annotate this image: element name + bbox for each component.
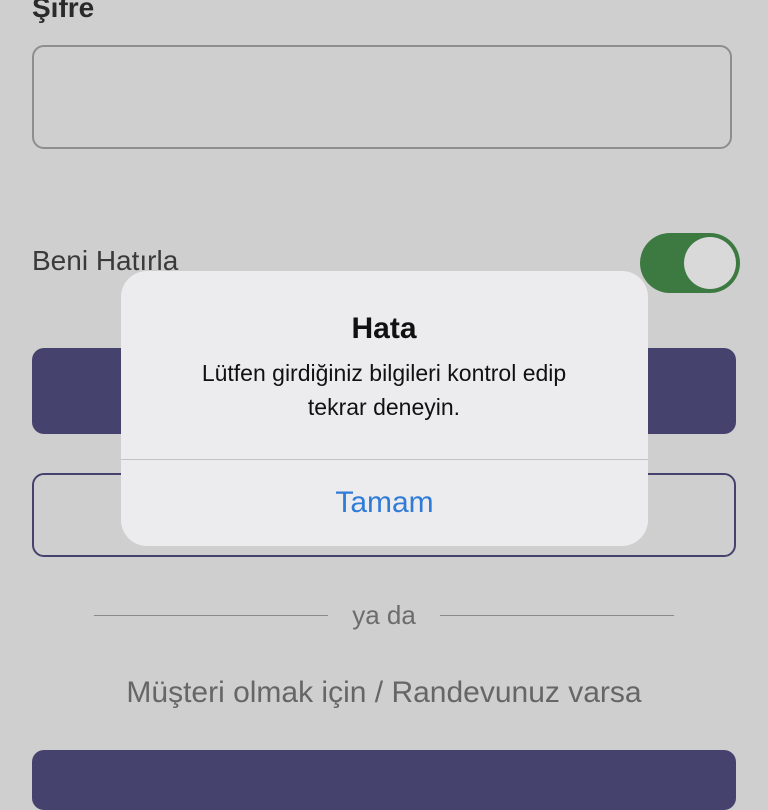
password-label: Şifre bbox=[32, 0, 95, 23]
toggle-knob bbox=[684, 237, 736, 289]
alert-message-line-2: tekrar deneyin. bbox=[307, 394, 461, 420]
divider-line-right bbox=[440, 615, 674, 616]
become-customer-text: Müşteri olmak için / Randevunuz varsa bbox=[126, 676, 642, 709]
password-input[interactable] bbox=[32, 45, 732, 149]
alert-title: Hata bbox=[351, 312, 417, 345]
bottom-button[interactable] bbox=[32, 750, 736, 810]
alert-ok-button[interactable]: Tamam bbox=[121, 460, 648, 546]
remember-me-toggle[interactable] bbox=[640, 233, 740, 293]
alert-message-line-1: Lütfen girdiğiniz bilgileri kontrol edip bbox=[201, 360, 567, 386]
alert-message: Lütfen girdiğiniz bilgileri kontrol edip… bbox=[0, 356, 768, 424]
